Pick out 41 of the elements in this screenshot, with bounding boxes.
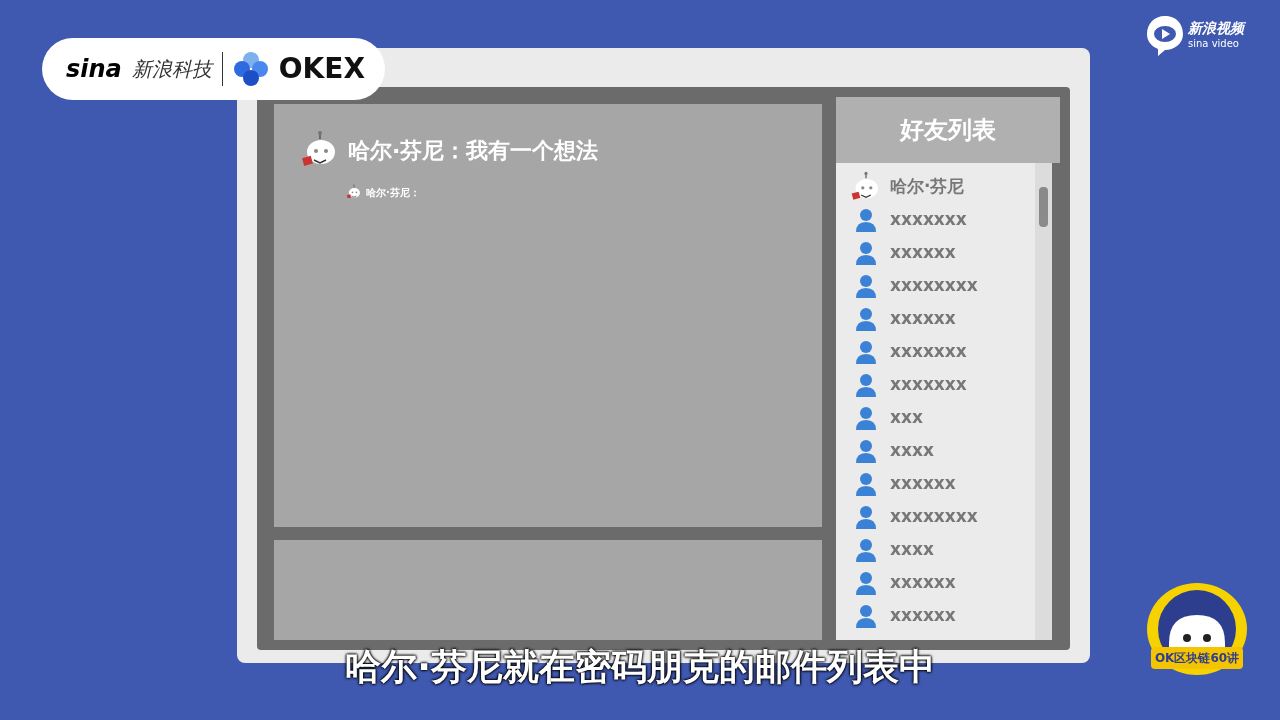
sina-logo: sina <box>66 54 122 85</box>
play-bubble-icon <box>1146 14 1184 56</box>
friends-list-header: 好友列表 <box>836 97 1060 163</box>
friend-item[interactable]: xxxxxx <box>850 472 1035 496</box>
friend-item[interactable]: xxx <box>850 406 1035 430</box>
friend-item[interactable]: xxxxxxx <box>850 373 1035 397</box>
user-icon <box>856 406 876 430</box>
friend-item[interactable]: xxxxxxxx <box>850 274 1035 298</box>
friend-item[interactable]: xxxxxx <box>850 571 1035 595</box>
user-icon <box>856 274 876 298</box>
user-icon <box>856 373 876 397</box>
friend-item[interactable]: xxxxxxx <box>850 208 1035 232</box>
chat-title: 哈尔·芬尼：我有一个想法 <box>348 136 599 165</box>
user-icon <box>856 604 876 628</box>
friend-item[interactable]: xxxxxx <box>850 241 1035 265</box>
friend-item[interactable]: 哈尔·芬尼 <box>850 175 1035 199</box>
user-icon <box>856 340 876 364</box>
friend-item[interactable]: xxxx <box>850 439 1035 463</box>
friend-item[interactable]: xxxxxxxx <box>850 505 1035 529</box>
video-brand-name: 新浪视频 <box>1188 20 1244 38</box>
user-icon <box>856 571 876 595</box>
message-sender: 哈尔·芬尼： <box>366 185 420 200</box>
robot-avatar-icon <box>346 184 362 200</box>
video-brand-subtitle: sina video <box>1188 37 1240 50</box>
friend-item[interactable]: xxxxxx <box>850 307 1035 331</box>
friend-item[interactable]: xxxxxx <box>850 604 1035 628</box>
user-icon <box>856 472 876 496</box>
okex-label: OKEX <box>278 51 365 87</box>
okex-logo-icon <box>232 51 269 87</box>
user-icon <box>856 208 876 232</box>
user-icon <box>856 241 876 265</box>
message-input-field[interactable] <box>274 540 822 640</box>
user-icon <box>856 439 876 463</box>
user-icon <box>856 538 876 562</box>
user-icon <box>856 307 876 331</box>
scrollbar-thumb[interactable] <box>1039 187 1048 227</box>
sina-tech-label: 新浪科技 <box>131 56 212 83</box>
friend-item[interactable]: xxxx <box>850 538 1035 562</box>
badge-label: OK区块链60讲 <box>1150 647 1244 669</box>
user-icon <box>856 505 876 529</box>
friend-item[interactable]: xxxxxxx <box>850 340 1035 364</box>
